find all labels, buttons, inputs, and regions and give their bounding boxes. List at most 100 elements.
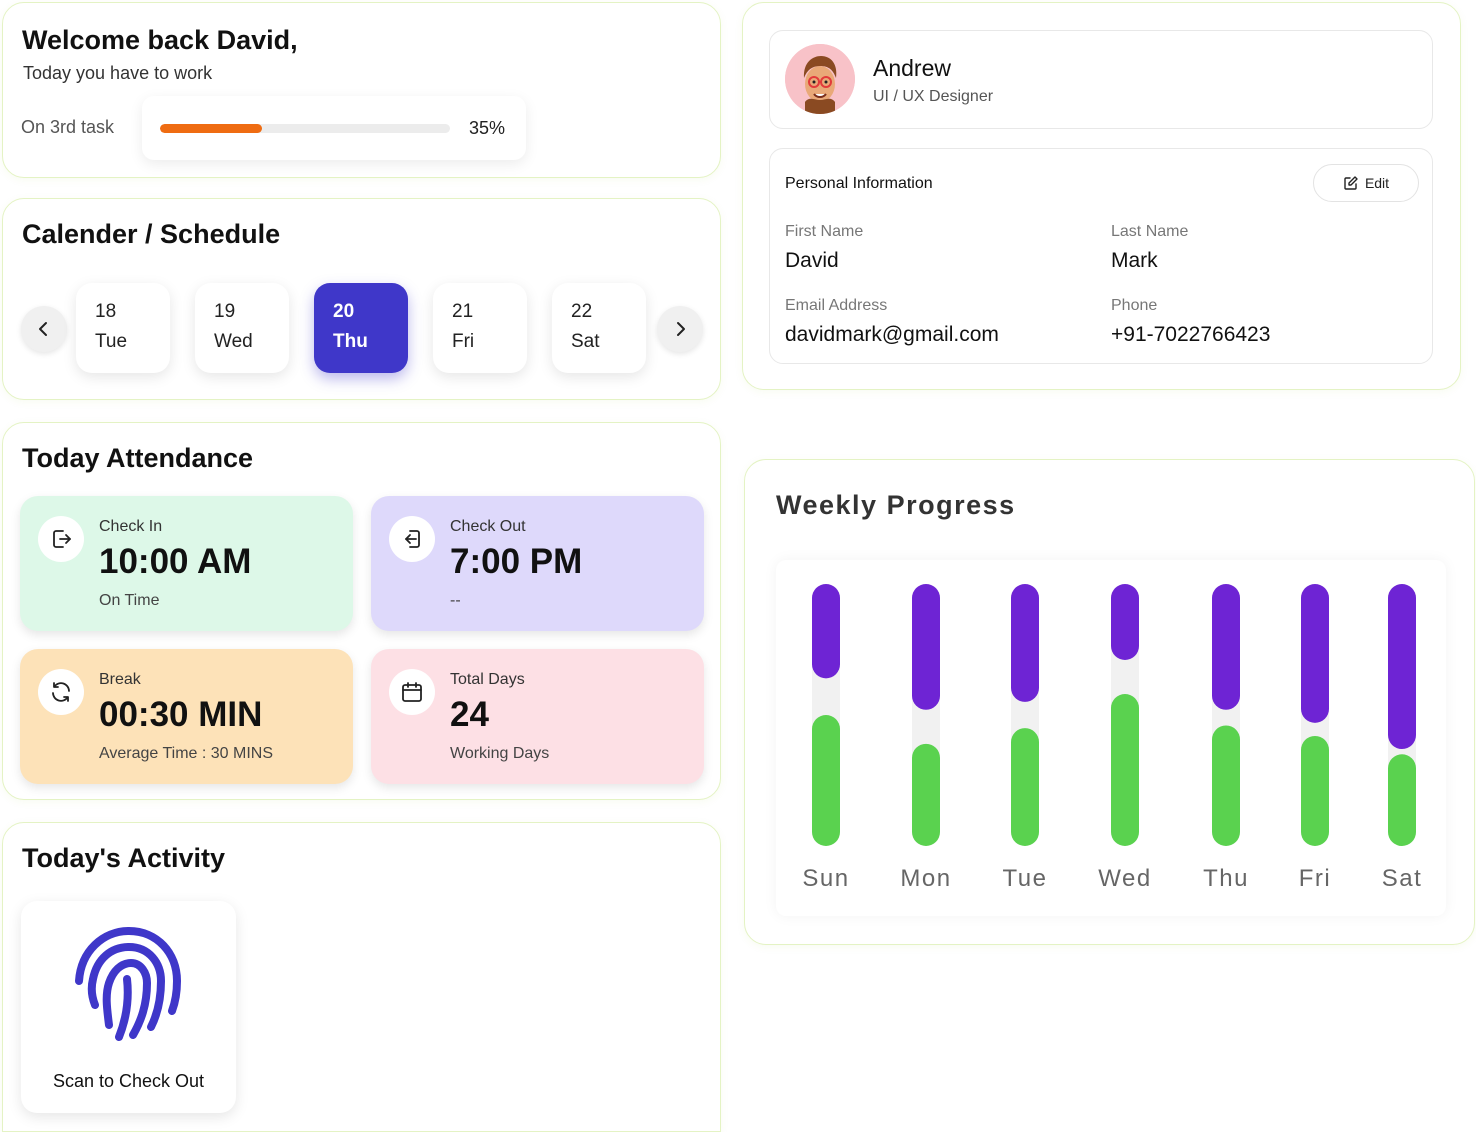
welcome-card: Welcome back David, Today you have to wo… (2, 2, 721, 178)
day-weekday: Tue (95, 331, 128, 352)
fingerprint-icon (75, 926, 182, 1041)
day-number: 18 (95, 301, 117, 322)
weekly-progress-title: Weekly Progress (776, 490, 1016, 520)
bar-purple-sun (812, 584, 840, 679)
bar-purple-thu (1212, 584, 1240, 710)
bar-purple-fri (1301, 584, 1329, 723)
progress-percent: 35% (469, 118, 506, 138)
personal-information-panel: Personal Information Edit First Name Dav… (769, 148, 1433, 364)
total-days-sub: Working Days (450, 745, 550, 762)
welcome-subtitle: Today you have to work (23, 63, 213, 83)
edit-label: Edit (1364, 175, 1390, 191)
total-days-label: Total Days (450, 671, 525, 688)
activity-title: Today's Activity (22, 843, 225, 873)
weekly-progress-card: Weekly Progress Sun Mon Tue Wed Thu Fri Sat (744, 459, 1475, 945)
attendance-title: Today Attendance (22, 443, 254, 473)
progress-fill (160, 124, 262, 133)
day-weekday: Sat (571, 331, 600, 352)
bar-purple-sat (1388, 584, 1416, 750)
progress-track (160, 124, 450, 133)
profile-card: Andrew UI / UX Designer Personal Informa… (742, 2, 1461, 390)
calendar-day[interactable]: 18 Tue (76, 283, 170, 373)
weekly-progress-chart-svg: Sun Mon Tue Wed Thu Fri Sat (802, 584, 1423, 892)
break-card: Break 00:30 MIN Average Time : 30 MINS (20, 649, 353, 784)
x-tick-label: Sun (802, 865, 849, 892)
bar-green-wed (1111, 694, 1139, 846)
x-tick-label: Tue (1003, 865, 1048, 892)
calendar-prev-button[interactable] (21, 306, 67, 352)
task-progress-box: 35% (142, 96, 526, 160)
personal-information-heading: Personal Information (785, 175, 933, 192)
profile-role: UI / UX Designer (873, 88, 994, 105)
check-out-label: Check Out (450, 518, 526, 535)
last-name-value: Mark (1111, 249, 1158, 272)
check-in-label: Check In (99, 518, 163, 535)
calendar-day[interactable]: 22 Sat (552, 283, 646, 373)
check-out-icon (389, 516, 435, 562)
x-tick-label: Thu (1203, 865, 1249, 892)
bar-green-tue (1011, 728, 1039, 846)
check-out-card: Check Out 7:00 PM -- (371, 496, 704, 631)
bar-purple-wed (1111, 584, 1139, 660)
email-value: davidmark@gmail.com (785, 323, 999, 346)
calendar-card: Calender / Schedule 18 Tue 19 Wed 20 Thu… (2, 198, 721, 400)
edit-button[interactable]: Edit (1313, 164, 1419, 202)
break-duration: 00:30 MIN (99, 695, 263, 734)
first-name-value: David (785, 249, 839, 272)
day-number: 21 (452, 301, 474, 322)
day-weekday: Fri (452, 331, 475, 352)
calendar-title: Calender / Schedule (22, 219, 281, 249)
calendar-day[interactable]: 21 Fri (433, 283, 527, 373)
day-number: 20 (333, 301, 355, 322)
calendar-next-button[interactable] (657, 306, 703, 352)
bar-green-sun (812, 715, 840, 846)
day-number: 22 (571, 301, 593, 322)
phone-value: +91-7022766423 (1111, 323, 1271, 346)
x-tick-label: Mon (900, 865, 951, 892)
scan-label: Scan to Check Out (52, 1071, 205, 1091)
task-label: On 3rd task (21, 117, 115, 137)
avatar[interactable] (785, 44, 855, 114)
x-tick-label: Sat (1382, 865, 1423, 892)
activity-card: Today's Activity Scan to Check Out (2, 822, 721, 1132)
bar-green-sat (1388, 754, 1416, 846)
check-in-time: 10:00 AM (99, 542, 252, 581)
x-tick-label: Wed (1098, 865, 1151, 892)
calendar-day-selected[interactable]: 20 Thu (314, 283, 408, 373)
scan-check-out-button[interactable]: Scan to Check Out (21, 901, 236, 1113)
email-label: Email Address (785, 297, 888, 314)
weekly-progress-chart: Sun Mon Tue Wed Thu Fri Sat (776, 560, 1446, 916)
refresh-icon (38, 669, 84, 715)
first-name-label: First Name (785, 223, 864, 240)
avatar-illustration (785, 44, 855, 114)
check-out-time: 7:00 PM (450, 542, 583, 581)
bar-green-mon (912, 743, 940, 846)
bar-green-fri (1301, 735, 1329, 846)
profile-header: Andrew UI / UX Designer (769, 30, 1433, 129)
break-label: Break (99, 671, 141, 688)
day-weekday: Wed (214, 331, 253, 352)
bar-green-thu (1212, 725, 1240, 846)
profile-name: Andrew (873, 55, 951, 81)
calendar-icon (389, 669, 435, 715)
check-in-status: On Time (99, 592, 160, 609)
edit-icon (1344, 176, 1358, 190)
last-name-label: Last Name (1111, 223, 1189, 240)
calendar-day[interactable]: 19 Wed (195, 283, 289, 373)
break-average: Average Time : 30 MINS (99, 745, 273, 762)
bar-purple-mon (912, 584, 940, 710)
phone-label: Phone (1111, 297, 1158, 314)
day-number: 19 (214, 301, 236, 322)
bar-purple-tue (1011, 584, 1039, 702)
chevron-left-icon (39, 322, 47, 336)
check-in-card: Check In 10:00 AM On Time (20, 496, 353, 631)
welcome-title: Welcome back David, (22, 25, 298, 55)
x-tick-label: Fri (1299, 865, 1331, 892)
total-days-card: Total Days 24 Working Days (371, 649, 704, 784)
total-days-value: 24 (450, 695, 489, 734)
check-in-icon (38, 516, 84, 562)
check-out-status: -- (450, 592, 461, 609)
chevron-right-icon (677, 322, 685, 336)
day-weekday: Thu (333, 331, 368, 352)
attendance-card: Today Attendance Check In 10:00 AM On Ti… (2, 422, 721, 800)
